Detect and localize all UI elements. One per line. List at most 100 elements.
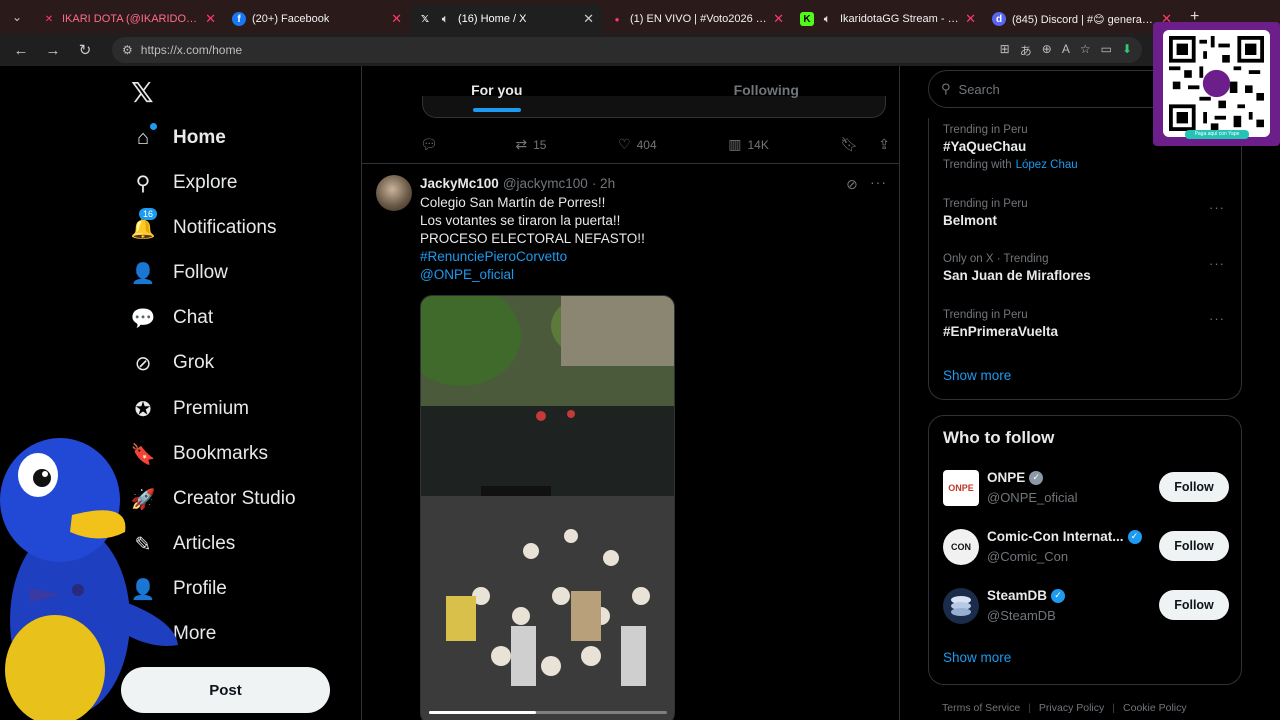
sidebar-item-label: Creator Studio bbox=[173, 488, 296, 509]
tweet-header: JackyMc100 @jackymc100 · 2h bbox=[420, 176, 615, 191]
reply-button[interactable]: 💬︎ bbox=[420, 136, 444, 153]
speaker-icon[interactable]: 🔈︎ bbox=[820, 12, 834, 26]
follow-button[interactable]: Follow bbox=[1159, 531, 1229, 561]
tweet-hashtag-link[interactable]: #RenunciePieroCorvetto bbox=[420, 248, 645, 266]
terms-link[interactable]: Terms of Service bbox=[942, 702, 1020, 714]
previous-tweet-actions: 💬︎ ⇄ 15 ♡ 404 ▥ 14K 🔖︎ ⇪ bbox=[420, 136, 890, 153]
trend-item[interactable]: Trending in Peru #EnPrimeraVuelta bbox=[943, 309, 1058, 339]
bookmark-icon[interactable]: 🔖︎ bbox=[840, 136, 858, 153]
person-add-icon: 👤 bbox=[130, 262, 156, 285]
trend-item[interactable]: Trending in Peru Belmont bbox=[943, 198, 1028, 228]
tweet-author-handle[interactable]: @jackymc100 bbox=[503, 176, 588, 191]
account-handle: @SteamDB bbox=[987, 608, 1056, 623]
app-icon[interactable]: ⊞ bbox=[1000, 42, 1010, 59]
notification-count-badge: 16 bbox=[139, 208, 158, 220]
sidebar-item-label: Premium bbox=[173, 398, 250, 419]
trend-item[interactable]: Only on X · Trending San Juan de Miraflo… bbox=[943, 253, 1091, 283]
views-button[interactable]: ▥ 14K bbox=[728, 136, 769, 153]
follow-show-more-link[interactable]: Show more bbox=[943, 650, 1011, 665]
qr-caption: Paga aquí con Yape bbox=[1185, 130, 1249, 139]
follow-button[interactable]: Follow bbox=[1159, 590, 1229, 620]
follow-button[interactable]: Follow bbox=[1159, 472, 1229, 502]
trends-show-more-link[interactable]: Show more bbox=[943, 368, 1011, 383]
close-tab-icon[interactable]: ✕ bbox=[391, 11, 402, 27]
address-bar[interactable]: ⚙ https://x.com/home ⊞ あ ⊕ A ☆ ▭ ⬇ bbox=[112, 37, 1142, 63]
repost-button[interactable]: ⇄ 15 bbox=[515, 136, 546, 153]
trend-more-icon[interactable]: ··· bbox=[1209, 256, 1225, 271]
x-logo-icon[interactable]: 𝕏 bbox=[131, 76, 154, 109]
follow-suggestion[interactable]: CON Comic-Con Internat... ✓ @Comic_Con Fo… bbox=[943, 527, 1229, 567]
forward-icon[interactable]: → bbox=[44, 42, 62, 59]
timeline-tabs: For you Following bbox=[362, 66, 900, 114]
tweet-line: Colegio San Martín de Porres!! bbox=[420, 195, 606, 210]
sidebar-item-follow[interactable]: 👤 Follow bbox=[131, 261, 228, 285]
follow-suggestion[interactable]: ONPE ONPE ✓ @ONPE_oficial Follow bbox=[943, 468, 1229, 508]
tab-following[interactable]: Following bbox=[632, 66, 900, 114]
speaker-icon[interactable]: 🔈︎ bbox=[438, 12, 452, 26]
tweet-line: Los votantes se tiraron la puerta!! bbox=[420, 213, 621, 228]
reload-icon[interactable]: ↻ bbox=[76, 41, 94, 59]
back-icon[interactable]: ← bbox=[12, 42, 30, 59]
close-tab-icon[interactable]: ✕ bbox=[205, 11, 216, 27]
site-info-icon[interactable]: ⚙ bbox=[122, 43, 133, 57]
trend-item[interactable]: Trending in Peru #YaQueChau Trending wit… bbox=[943, 124, 1078, 171]
sidebar-item-home[interactable]: ⌂ Home bbox=[131, 123, 226, 150]
trend-meta: Only on X · Trending bbox=[943, 253, 1049, 265]
facebook-favicon-icon: f bbox=[232, 12, 246, 26]
tweet-mention-link[interactable]: @ONPE_oficial bbox=[420, 266, 645, 284]
views-icon: ▥ bbox=[728, 136, 742, 152]
close-tab-icon[interactable]: ✕ bbox=[965, 11, 976, 27]
account-name-row: ONPE ✓ bbox=[987, 470, 1044, 485]
like-button[interactable]: ♡ 404 bbox=[618, 136, 657, 153]
browser-tab-active[interactable]: 𝕏 🔈︎ (16) Home / X ✕ bbox=[410, 4, 602, 34]
read-aloud-icon[interactable]: A bbox=[1062, 42, 1070, 59]
grok-icon[interactable]: ⊘ bbox=[846, 176, 858, 193]
chat-icon: 💬 bbox=[130, 307, 156, 330]
close-tab-icon[interactable]: ✕ bbox=[583, 11, 594, 27]
sidebar-item-premium[interactable]: ✪ Premium bbox=[131, 397, 249, 421]
more-icon[interactable]: ··· bbox=[870, 174, 887, 190]
tweet-author-name[interactable]: JackyMc100 bbox=[420, 176, 499, 191]
trend-more-icon[interactable]: ··· bbox=[1209, 311, 1225, 326]
onpe-avatar: ONPE bbox=[943, 470, 979, 506]
video-progress-bar[interactable] bbox=[429, 711, 667, 714]
sidebar-item-notifications[interactable]: 🔔 16 Notifications bbox=[131, 208, 277, 240]
discord-favicon-icon: d bbox=[992, 12, 1006, 26]
divider bbox=[362, 163, 899, 164]
footer-links: Terms of Service | Privacy Policy | Cookie… bbox=[942, 702, 1187, 714]
tweet-video[interactable] bbox=[420, 295, 675, 720]
download-icon[interactable]: ⬇ bbox=[1122, 42, 1132, 59]
yape-qr-overlay: Paga aquí con Yape bbox=[1153, 22, 1280, 146]
browser-toolbar: ← → ↻ ⚙ https://x.com/home ⊞ あ ⊕ A ☆ ▭ ⬇ bbox=[0, 34, 1280, 66]
privacy-link[interactable]: Privacy Policy bbox=[1039, 702, 1104, 714]
browser-tab[interactable]: ● (1) EN VIVO | #Voto2026 Transmi ✕ bbox=[602, 4, 792, 34]
sidebar-item-chat[interactable]: 💬 Chat bbox=[130, 306, 214, 330]
trend-meta: Trending in Peru bbox=[943, 124, 1028, 136]
close-tab-icon[interactable]: ✕ bbox=[773, 11, 784, 27]
account-name-row: Comic-Con Internat... ✓ bbox=[987, 529, 1142, 544]
x-favicon-icon: ✕ bbox=[44, 13, 54, 25]
follow-suggestion[interactable]: SteamDB ✓ @SteamDB Follow bbox=[943, 586, 1229, 626]
record-favicon-icon: ● bbox=[614, 14, 620, 24]
collections-icon[interactable]: ▭ bbox=[1101, 42, 1112, 59]
sidebar-item-label: Follow bbox=[173, 262, 228, 283]
share-icon[interactable]: ⇪ bbox=[878, 136, 890, 153]
browser-tab[interactable]: ✕ IKARI DOTA (@IKARIDOTA) / X ✕ bbox=[34, 4, 224, 34]
trend-with-link[interactable]: López Chau bbox=[1016, 159, 1078, 171]
like-count: 404 bbox=[636, 137, 657, 152]
tweet-time[interactable]: · 2h bbox=[592, 176, 615, 191]
trend-more-icon[interactable]: ··· bbox=[1209, 200, 1225, 215]
tab-search-icon[interactable]: ⌄ bbox=[0, 0, 34, 34]
zoom-icon[interactable]: ⊕ bbox=[1042, 42, 1052, 59]
sidebar-item-explore[interactable]: ⚲ Explore bbox=[131, 171, 238, 195]
translate-icon[interactable]: あ bbox=[1020, 42, 1032, 59]
browser-tab[interactable]: K 🔈︎ IkaridotaGG Stream - Watch ✕ bbox=[792, 4, 984, 34]
browser-tab[interactable]: f (20+) Facebook ✕ bbox=[224, 4, 410, 34]
tab-for-you[interactable]: For you bbox=[362, 66, 632, 114]
browser-tab[interactable]: d (845) Discord | #😊 general 😊 | ... ✕ bbox=[984, 4, 1180, 34]
favorite-star-icon[interactable]: ☆ bbox=[1080, 42, 1091, 59]
trend-with-label: Trending with bbox=[943, 159, 1012, 171]
cookie-link[interactable]: Cookie Policy bbox=[1123, 702, 1187, 714]
tweet-avatar[interactable] bbox=[376, 175, 412, 211]
sidebar-item-grok[interactable]: ⊘ Grok bbox=[131, 351, 215, 375]
